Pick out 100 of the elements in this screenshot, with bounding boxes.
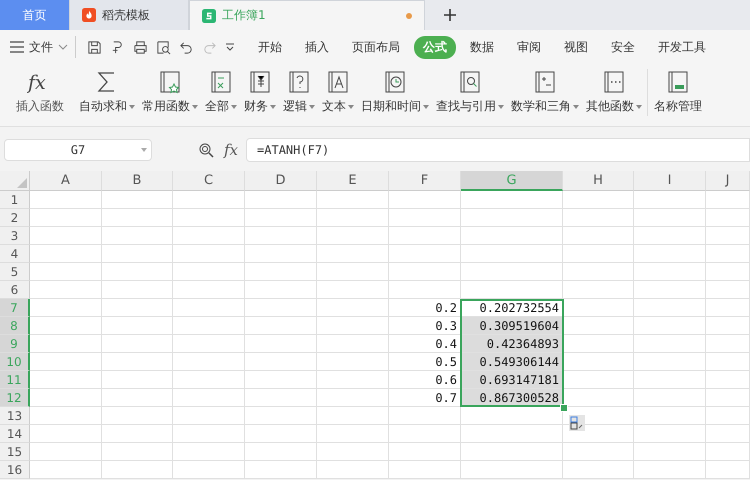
table-cell [563, 371, 634, 389]
caret-icon [270, 104, 276, 108]
document-tab[interactable]: 稻壳模板 [70, 0, 189, 30]
file-menu[interactable]: 文件 [10, 38, 68, 56]
paste-options-icon[interactable] [569, 415, 585, 431]
column-header[interactable]: D [245, 171, 317, 191]
table-cell [634, 191, 706, 209]
column-header[interactable]: H [563, 171, 634, 191]
column-header[interactable]: B [102, 171, 173, 191]
ribbon-tab[interactable]: 插入 [296, 36, 338, 58]
column-header[interactable]: F [389, 171, 461, 191]
row-header[interactable]: 3 [0, 227, 30, 245]
ribbon-button[interactable]: 文本 [322, 97, 354, 116]
table-cell [634, 407, 706, 425]
row-header[interactable]: 2 [0, 209, 30, 227]
table-cell [30, 191, 102, 209]
table-cell [245, 191, 317, 209]
table-cell [173, 227, 245, 245]
ribbon-tab[interactable]: 开始 [249, 36, 291, 58]
table-cell [563, 227, 634, 245]
table-cell [173, 407, 245, 425]
fill-handle[interactable] [560, 404, 568, 412]
table-cell [389, 263, 461, 281]
table-cell [102, 335, 173, 353]
table-cell [102, 299, 173, 317]
table-cell [173, 443, 245, 461]
row-header[interactable]: 4 [0, 245, 30, 263]
table-cell [102, 209, 173, 227]
ribbon-tab[interactable]: 安全 [602, 36, 644, 58]
ribbon-button[interactable]: 逻辑 [283, 97, 315, 116]
row-header[interactable]: 14 [0, 425, 30, 443]
table-cell [317, 389, 389, 407]
table-cell [102, 425, 173, 443]
table-cell [706, 425, 750, 443]
new-tab-icon[interactable] [443, 8, 457, 22]
ribbon-tab[interactable]: 数据 [461, 36, 503, 58]
row-header[interactable]: 5 [0, 263, 30, 281]
table-cell [317, 299, 389, 317]
table-cell [563, 353, 634, 371]
formula-field[interactable]: =ATANH(F7) [246, 138, 750, 162]
table-cell [634, 425, 706, 443]
table-cell [563, 335, 634, 353]
ribbon-tab[interactable]: 页面布局 [343, 36, 409, 58]
ribbon-button[interactable]: 日期和时间 [361, 97, 429, 116]
ribbon-button[interactable]: 全部 [205, 97, 237, 116]
column-header[interactable]: C [173, 171, 245, 191]
table-cell [30, 335, 102, 353]
table-cell [634, 371, 706, 389]
table-cell [173, 353, 245, 371]
table-cell [389, 425, 461, 443]
print-preview-icon[interactable] [156, 40, 171, 54]
table-cell [30, 227, 102, 245]
column-header[interactable]: A [30, 171, 102, 191]
table-cell [317, 281, 389, 299]
table-cell [102, 317, 173, 335]
table-cell [245, 335, 317, 353]
table-cell [389, 191, 461, 209]
table-cell: 0.309519604 [461, 317, 563, 335]
column-header[interactable]: J [706, 171, 750, 191]
print-icon[interactable] [133, 40, 148, 54]
ribbon-tab[interactable]: 审阅 [508, 36, 550, 58]
table-cell [102, 371, 173, 389]
table-cell [706, 299, 750, 317]
table-cell [30, 353, 102, 371]
tab-label: 稻壳模板 [102, 6, 150, 24]
table-cell [389, 281, 461, 299]
ribbon-button[interactable]: 查找与引用 [436, 97, 504, 116]
table-cell [317, 317, 389, 335]
ribbon-button[interactable]: 其他函数 [586, 97, 642, 116]
row-header[interactable]: 1 [0, 191, 30, 209]
save-icon[interactable] [87, 40, 102, 54]
row-header[interactable]: 16 [0, 461, 30, 479]
ribbon-button[interactable]: 常用函数 [142, 97, 198, 116]
row-header[interactable]: 15 [0, 443, 30, 461]
table-cell [634, 317, 706, 335]
customize-icon[interactable] [225, 42, 235, 52]
caret-icon [129, 104, 135, 108]
table-cell [706, 371, 750, 389]
table-cell [706, 227, 750, 245]
ribbon-tab[interactable]: 视图 [555, 36, 597, 58]
ribbon-button[interactable]: 数学和三角 [511, 97, 579, 116]
row-header[interactable]: 6 [0, 281, 30, 299]
ribbon-button[interactable]: 插入函数 [16, 97, 64, 116]
table-cell [30, 299, 102, 317]
table-cell [634, 209, 706, 227]
ribbon-tab[interactable]: 开发工具 [649, 36, 715, 58]
table-cell [317, 209, 389, 227]
ribbon-button[interactable]: 自动求和 [79, 97, 135, 116]
undo-icon[interactable] [179, 40, 194, 54]
table-cell [563, 191, 634, 209]
column-header[interactable]: E [317, 171, 389, 191]
column-header[interactable]: I [634, 171, 706, 191]
table-cell [317, 335, 389, 353]
name-box[interactable]: G7 [4, 139, 152, 161]
row-header[interactable]: 13 [0, 407, 30, 425]
zoom-icon[interactable] [198, 142, 214, 158]
ribbon-button[interactable]: 名称管理 [654, 97, 702, 116]
ribbon-button[interactable]: 财务 [244, 97, 276, 116]
insert-function-button[interactable]: fx [224, 141, 238, 159]
tab-label: 首页 [22, 6, 46, 24]
